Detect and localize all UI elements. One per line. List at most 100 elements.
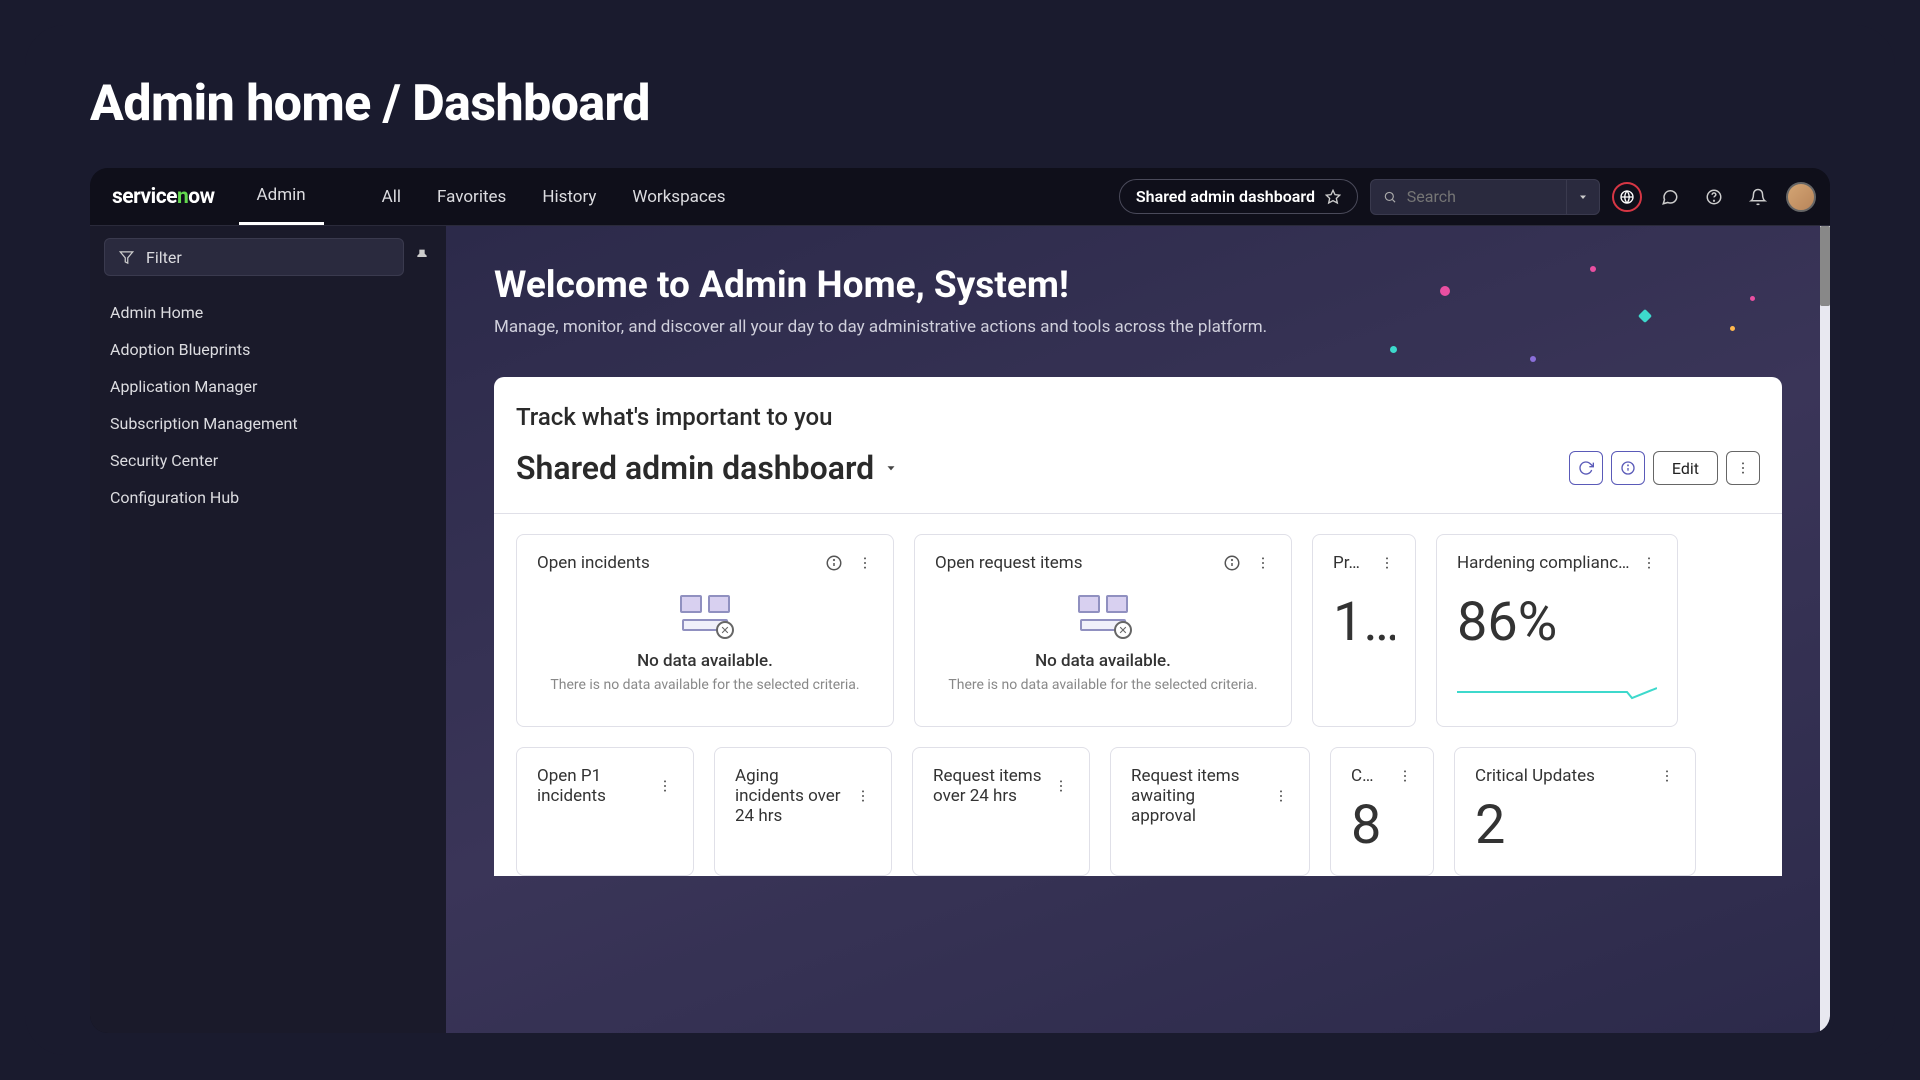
widget-title: C…	[1351, 766, 1373, 786]
no-data-subtitle: There is no data available for the selec…	[550, 677, 859, 693]
topbar: servicenow Admin All Favorites History W…	[90, 168, 1830, 226]
bell-icon	[1749, 188, 1767, 206]
filter-placeholder: Filter	[146, 248, 182, 267]
widgets-row-2: Open P1 incidents Aging incidents over 2…	[516, 747, 1760, 876]
empty-state-icon: ✕	[1076, 595, 1130, 637]
refresh-button[interactable]	[1569, 451, 1603, 485]
welcome-header: Welcome to Admin Home, System! Manage, m…	[446, 226, 1830, 377]
sidebar-item-application-manager[interactable]: Application Manager	[90, 368, 446, 405]
more-vertical-icon[interactable]	[1053, 778, 1069, 794]
nav-tab-favorites[interactable]: Favorites	[419, 168, 524, 225]
main-content: Welcome to Admin Home, System! Manage, m…	[446, 226, 1830, 1033]
pin-button[interactable]	[414, 247, 430, 267]
no-data-title: No data available.	[637, 651, 773, 671]
star-icon	[1325, 189, 1341, 205]
filter-icon	[119, 250, 134, 265]
dashboard-pill-label: Shared admin dashboard	[1136, 187, 1315, 206]
widget-value: 8	[1351, 794, 1413, 857]
sidebar-item-adoption-blueprints[interactable]: Adoption Blueprints	[90, 331, 446, 368]
nav-tab-all[interactable]: All	[364, 168, 419, 225]
help-button[interactable]	[1698, 181, 1730, 213]
more-vertical-icon[interactable]	[1255, 555, 1271, 571]
widget-open-incidents: Open incidents ✕	[516, 534, 894, 727]
globe-icon	[1619, 189, 1635, 205]
body: Filter Admin Home Adoption Blueprints Ap…	[90, 226, 1830, 1033]
user-avatar[interactable]	[1786, 182, 1816, 212]
sidebar-item-security-center[interactable]: Security Center	[90, 442, 446, 479]
search-box	[1370, 179, 1600, 215]
no-data-title: No data available.	[1035, 651, 1171, 671]
more-vertical-icon[interactable]	[1379, 555, 1395, 571]
dashboard-card: Track what's important to you Shared adm…	[494, 377, 1782, 876]
widget-aging-incidents: Aging incidents over 24 hrs	[714, 747, 892, 876]
page-title: Admin home / Dashboard	[90, 75, 1830, 133]
widget-value: 1…	[1333, 591, 1395, 654]
widget-title: Open P1 incidents	[537, 766, 647, 806]
app-window: servicenow Admin All Favorites History W…	[90, 168, 1830, 1033]
refresh-icon	[1578, 460, 1594, 476]
track-heading: Track what's important to you	[516, 403, 1760, 431]
nav-tab-history[interactable]: History	[524, 168, 614, 225]
widget-title: Critical Updates	[1475, 766, 1595, 786]
widget-open-request-items: Open request items ✕	[914, 534, 1292, 727]
widget-pr: Pr… 1…	[1312, 534, 1416, 727]
sidebar-item-admin-home[interactable]: Admin Home	[90, 294, 446, 331]
search-input[interactable]	[1407, 187, 1554, 206]
more-vertical-icon[interactable]	[857, 555, 873, 571]
brand-logo[interactable]: servicenow	[90, 168, 233, 225]
widget-title: Open request items	[935, 553, 1082, 573]
widget-title: Pr…	[1333, 553, 1360, 573]
search-dropdown[interactable]	[1566, 180, 1599, 214]
widgets-row-1: Open incidents ✕	[516, 534, 1760, 727]
info-icon	[1620, 460, 1636, 476]
dashboard-pill[interactable]: Shared admin dashboard	[1119, 179, 1358, 214]
widget-c: C… 8	[1330, 747, 1434, 876]
dashboard-title-label: Shared admin dashboard	[516, 449, 874, 487]
notifications-button[interactable]	[1742, 181, 1774, 213]
sidebar-item-subscription-management[interactable]: Subscription Management	[90, 405, 446, 442]
info-button[interactable]	[1611, 451, 1645, 485]
widget-title: Request items over 24 hrs	[933, 766, 1043, 806]
widget-title: Hardening complianc…	[1457, 553, 1629, 573]
widget-request-items-awaiting: Request items awaiting approval	[1110, 747, 1310, 876]
widget-hardening-compliance: Hardening complianc… 86%	[1436, 534, 1678, 727]
widget-open-p1-incidents: Open P1 incidents	[516, 747, 694, 876]
more-vertical-icon	[1735, 460, 1751, 476]
more-vertical-icon[interactable]	[657, 778, 673, 794]
welcome-title: Welcome to Admin Home, System!	[494, 264, 1782, 307]
edit-button[interactable]: Edit	[1653, 451, 1718, 485]
search-icon	[1383, 189, 1397, 205]
chevron-down-icon	[1577, 191, 1589, 203]
globe-button[interactable]	[1612, 182, 1642, 212]
widget-value: 2	[1475, 794, 1675, 857]
widget-title: Open incidents	[537, 553, 650, 573]
dashboard-more-button[interactable]	[1726, 451, 1760, 485]
empty-state-icon: ✕	[678, 595, 732, 637]
more-vertical-icon[interactable]	[1397, 768, 1413, 784]
pin-icon	[414, 247, 430, 263]
no-data-subtitle: There is no data available for the selec…	[948, 677, 1257, 693]
more-vertical-icon[interactable]	[855, 788, 871, 804]
sidebar: Filter Admin Home Adoption Blueprints Ap…	[90, 226, 446, 1033]
admin-tab[interactable]: Admin	[239, 168, 324, 225]
dashboard-title-dropdown[interactable]: Shared admin dashboard	[516, 449, 898, 487]
nav-tab-workspaces[interactable]: Workspaces	[614, 168, 743, 225]
widget-critical-updates: Critical Updates 2	[1454, 747, 1696, 876]
info-icon[interactable]	[1223, 554, 1241, 572]
sidebar-item-configuration-hub[interactable]: Configuration Hub	[90, 479, 446, 516]
sparkline	[1457, 676, 1657, 704]
more-vertical-icon[interactable]	[1641, 555, 1657, 571]
widget-title: Request items awaiting approval	[1131, 766, 1263, 826]
more-vertical-icon[interactable]	[1273, 788, 1289, 804]
info-icon[interactable]	[825, 554, 843, 572]
chevron-down-icon	[884, 461, 898, 475]
chat-icon	[1661, 188, 1679, 206]
widget-value: 86%	[1457, 591, 1657, 654]
chat-button[interactable]	[1654, 181, 1686, 213]
help-icon	[1705, 188, 1723, 206]
more-vertical-icon[interactable]	[1659, 768, 1675, 784]
widget-title: Aging incidents over 24 hrs	[735, 766, 845, 826]
nav-tabs: All Favorites History Workspaces	[364, 168, 744, 225]
welcome-subtitle: Manage, monitor, and discover all your d…	[494, 317, 1782, 337]
filter-input[interactable]: Filter	[104, 238, 404, 276]
